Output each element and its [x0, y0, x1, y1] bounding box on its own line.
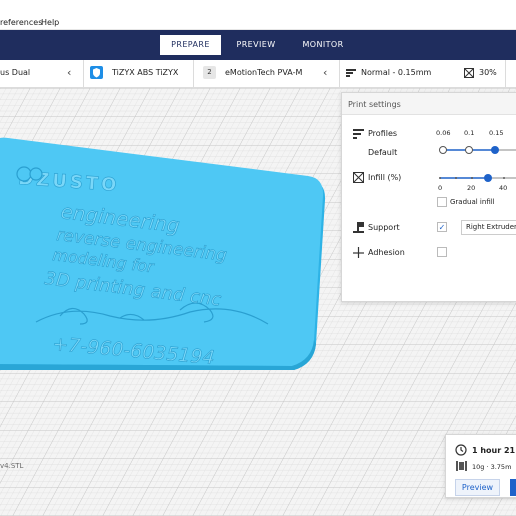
support-label: Support — [368, 223, 400, 232]
layer-height-tick: 0.15 — [489, 129, 504, 137]
divider — [193, 60, 194, 88]
tab-monitor[interactable]: MONITOR — [293, 35, 353, 55]
object-filename: v4.STL — [0, 462, 24, 470]
adhesion-checkbox[interactable] — [437, 247, 447, 257]
spool-icon — [456, 461, 467, 471]
infill-slider[interactable] — [436, 171, 516, 185]
chevron-left-icon[interactable]: ‹ — [67, 67, 77, 79]
menu-bar: references Help — [0, 0, 516, 30]
chevron-left-icon[interactable]: ‹ — [323, 67, 333, 79]
tab-preview[interactable]: PREVIEW — [229, 35, 283, 55]
print-time: 1 hour 21 mi — [472, 446, 516, 455]
panel-header: Print settings — [342, 93, 516, 115]
infill-icon — [353, 172, 364, 183]
profiles-label: Profiles — [368, 129, 398, 138]
extruder-2-badge: 2 — [203, 66, 216, 79]
panel-title: Print settings — [348, 100, 401, 109]
slice-button[interactable] — [510, 479, 516, 496]
profile-icon — [346, 69, 356, 77]
infill-tick: 0 — [438, 184, 443, 192]
tab-prepare[interactable]: PREPARE — [160, 35, 221, 55]
stage-bar: PREPARE PREVIEW MONITOR — [0, 30, 516, 60]
layer-height-tick: 0.06 — [436, 129, 451, 137]
preview-button[interactable]: Preview — [455, 479, 500, 496]
print-settings-panel: Print settings Profiles Default 0.06 0.1… — [341, 92, 516, 302]
infill-tick: 40 — [499, 184, 508, 192]
menu-preferences[interactable]: references — [0, 18, 42, 27]
model-plate[interactable]: DZUSTO engineering reverse engineering m… — [0, 137, 326, 370]
infill-summary[interactable]: 30% — [479, 68, 497, 77]
infill-icon — [464, 68, 474, 78]
support-icon — [353, 222, 364, 233]
profile-summary[interactable]: Normal - 0.15mm — [361, 68, 431, 77]
divider — [83, 60, 84, 88]
material-estimate: 10g · 3.75m — [472, 463, 512, 471]
profiles-value: Default — [368, 148, 398, 157]
support-extruder-select[interactable]: Right Extruder — [461, 220, 516, 235]
printer-name[interactable]: us Dual — [0, 68, 30, 77]
adhesion-icon — [353, 247, 364, 258]
adhesion-label: Adhesion — [368, 248, 405, 257]
shield-icon — [93, 68, 100, 78]
extruder-2-material[interactable]: eMotionTech PVA-M — [225, 68, 302, 77]
gradual-infill-checkbox[interactable] — [437, 197, 447, 207]
profile-icon — [353, 129, 364, 139]
support-checkbox[interactable]: ✓ — [437, 222, 447, 232]
logo-mark — [16, 166, 43, 182]
layer-height-slider[interactable] — [436, 143, 516, 157]
menu-help[interactable]: Help — [41, 18, 59, 27]
gradual-infill-label: Gradual infill — [450, 198, 495, 206]
infill-tick: 20 — [467, 184, 476, 192]
layer-height-tick: 0.1 — [464, 129, 475, 137]
clock-icon — [455, 444, 467, 456]
extruder-1-badge — [90, 66, 103, 79]
print-estimate-panel: 1 hour 21 mi 10g · 3.75m Preview — [445, 434, 516, 498]
divider — [505, 60, 506, 88]
extruder-1-material[interactable]: TiZYX ABS TiZYX — [112, 68, 178, 77]
configuration-row: us Dual ‹ TiZYX ABS TiZYX 2 eMotionTech … — [0, 60, 516, 88]
infill-label: Infill (%) — [368, 173, 402, 182]
divider — [339, 60, 340, 88]
